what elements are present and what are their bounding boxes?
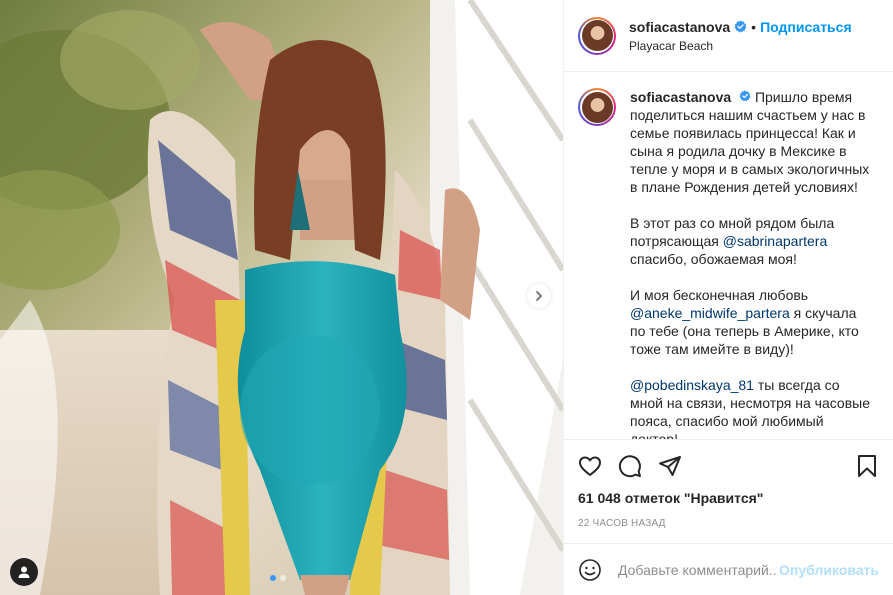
caption-paragraph-3-text: И моя бесконечная любовь	[630, 287, 809, 303]
tagged-users-button[interactable]	[10, 558, 38, 586]
caption-username-link[interactable]: sofiacastanova	[630, 89, 731, 105]
instagram-post: sofiacastanova • Подписаться Playacar Be…	[0, 0, 893, 595]
comment-button[interactable]	[618, 454, 642, 478]
post-timestamp[interactable]: 22 часов назад	[578, 518, 879, 529]
caption-text: sofiacastanova Пришло время поделиться н…	[630, 88, 870, 439]
chevron-right-icon	[536, 291, 542, 301]
follow-button[interactable]: Подписаться	[760, 19, 852, 35]
post-comment-button[interactable]: Опубликовать	[779, 562, 879, 578]
post-photo[interactable]	[0, 0, 563, 595]
carousel-dot	[280, 575, 286, 581]
avatar[interactable]	[578, 16, 616, 55]
heart-icon	[579, 456, 601, 476]
avatar-image	[581, 20, 613, 51]
comments-area[interactable]: sofiacastanova Пришло время поделиться н…	[564, 72, 893, 439]
caption-paragraph-2-text: спасибо, обожаемая моя!	[630, 251, 797, 267]
location-link[interactable]: Playacar Beach	[629, 39, 852, 53]
user-tag-icon	[18, 566, 30, 578]
carousel-dot-active	[270, 575, 276, 581]
post-actions: 61 048 отметок "Нравится" 22 часов назад	[564, 439, 893, 543]
separator-dot: •	[751, 18, 757, 35]
verified-badge-icon	[739, 90, 751, 102]
avatar-image	[581, 91, 613, 123]
emoji-button[interactable]	[578, 558, 602, 582]
post-side-panel: sofiacastanova • Подписаться Playacar Be…	[563, 0, 893, 595]
smiley-icon	[579, 558, 601, 581]
mention-link[interactable]: @pobedinskaya_81	[630, 377, 754, 393]
like-button[interactable]	[578, 454, 602, 478]
carousel-next-button[interactable]	[527, 284, 551, 308]
likes-count[interactable]: 61 048 отметок "Нравится"	[578, 490, 879, 506]
mention-link[interactable]: @aneke_midwife_partera	[630, 305, 790, 321]
add-comment-form: Опубликовать	[564, 543, 893, 595]
carousel-indicator	[270, 575, 286, 581]
photo-scene	[0, 0, 563, 595]
bookmark-icon	[858, 455, 876, 477]
caption-avatar[interactable]	[578, 88, 616, 126]
caption: sofiacastanova Пришло время поделиться н…	[578, 88, 879, 439]
mention-link[interactable]: @sabrinapartera	[723, 233, 828, 249]
comment-input[interactable]	[616, 560, 780, 579]
save-button[interactable]	[855, 454, 879, 478]
action-icons	[578, 446, 879, 486]
post-header: sofiacastanova • Подписаться Playacar Be…	[564, 0, 893, 72]
share-button[interactable]	[658, 454, 682, 478]
comment-bubble-icon	[618, 455, 641, 478]
username-link[interactable]: sofiacastanova	[629, 19, 730, 35]
verified-badge-icon	[734, 20, 747, 33]
paper-plane-icon	[659, 456, 681, 476]
